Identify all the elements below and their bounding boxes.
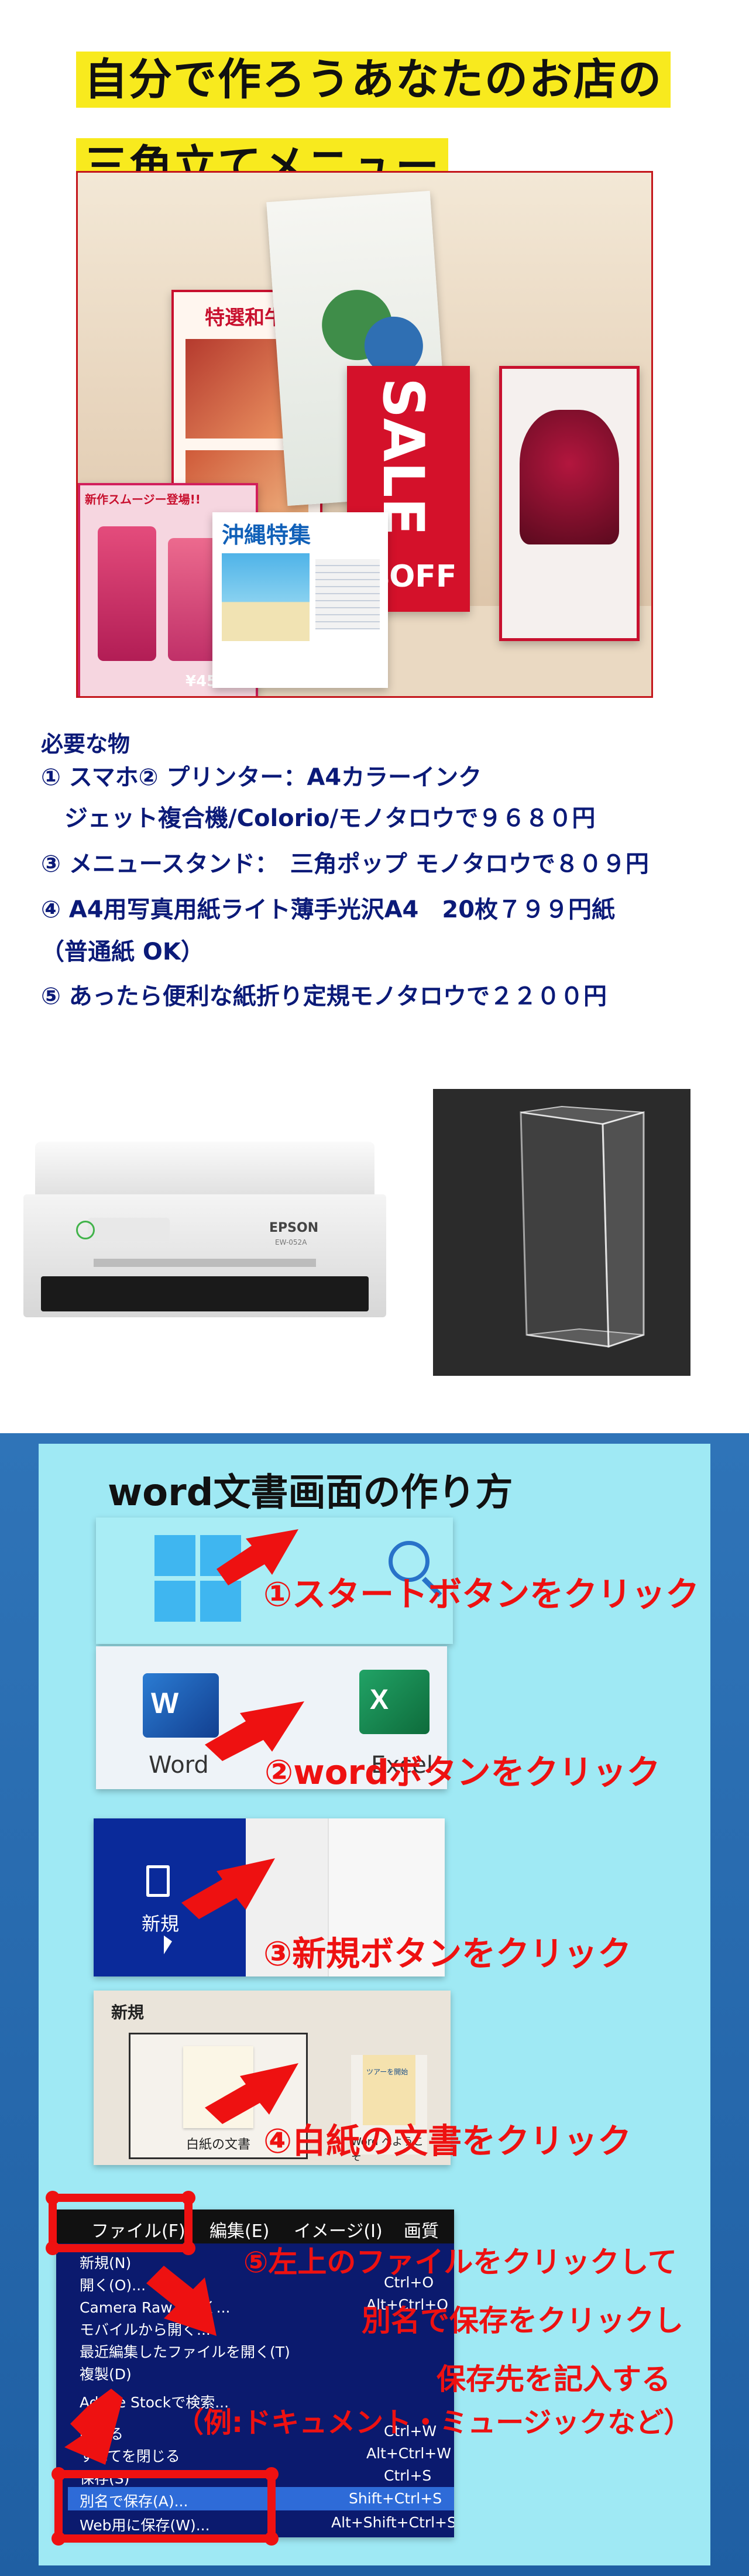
acrylic-stand-illustration — [520, 1105, 645, 1348]
new-document-icon — [146, 1865, 170, 1897]
needed-line-3: ③ メニュースタンド： 三角ポップ モノタロウで８０９円 — [41, 851, 649, 878]
step2-caption: ②wordボタンをクリック — [264, 1752, 661, 1792]
needed-line-6: ⑤ あったら便利な紙折り定規モノタロウで２２００円 — [41, 983, 607, 1010]
step3-arrow — [181, 1858, 275, 1919]
step1-caption: ①スタートボタンをクリック — [263, 1574, 700, 1614]
needed-line-5: （普通紙 OK） — [41, 938, 204, 965]
mouse-cursor-icon — [164, 1936, 172, 1954]
hero-title-line1: 自分で作ろうあなたのお店の — [76, 52, 671, 108]
step5-line-2: 別名で保存をクリックし — [362, 2304, 683, 2338]
word-section-heading: word文書画面の作り方 — [108, 1471, 513, 1515]
step3-caption: ③新規ボタンをクリック — [263, 1934, 632, 1974]
needed-line-1: ① スマホ② プリンター：A4カラーインク — [41, 764, 482, 791]
new-button-label: 新規 — [142, 1913, 180, 1935]
step5-line-3: 保存先を記入する — [437, 2362, 671, 2396]
menu-card-okinawa-title: 沖縄特集 — [222, 522, 311, 548]
step4-caption: ④白紙の文書をクリック — [263, 2121, 632, 2161]
step5-line-4: （例:ドキュメント・ミュージックなど） — [176, 2406, 692, 2439]
printer-model: EW-052A — [275, 1238, 307, 1246]
excel-app-icon: X — [359, 1670, 430, 1734]
needed-line-4: ④ A4用写真用紙ライト薄手光沢A4 20枚７９９円紙 — [41, 896, 616, 923]
needed-heading: 必要な物 — [41, 731, 130, 757]
tour-start-label: ツアーを開始 — [366, 2068, 408, 2076]
new-section-header: 新規 — [111, 2003, 145, 2022]
menu-card-smoothie-title: 新作スムージー登場!! — [85, 492, 201, 506]
printer-brand: EPSON — [269, 1221, 319, 1235]
needed-line-2: ジェット複合機/Colorio/モノタロウで９６８０円 — [41, 805, 596, 832]
menu-card-wine — [499, 366, 640, 641]
printer-photo: EPSON EW-052A — [23, 1130, 386, 1376]
stand-photo — [433, 1089, 690, 1376]
step5-line-1: ⑤左上のファイルをクリックして — [243, 2245, 677, 2279]
hero-photo: 特選和牛 SALE %OFF 新作スムージー登場!! ¥450 沖縄特集 — [76, 171, 653, 698]
menu-card-okinawa: 沖縄特集 — [212, 512, 388, 688]
